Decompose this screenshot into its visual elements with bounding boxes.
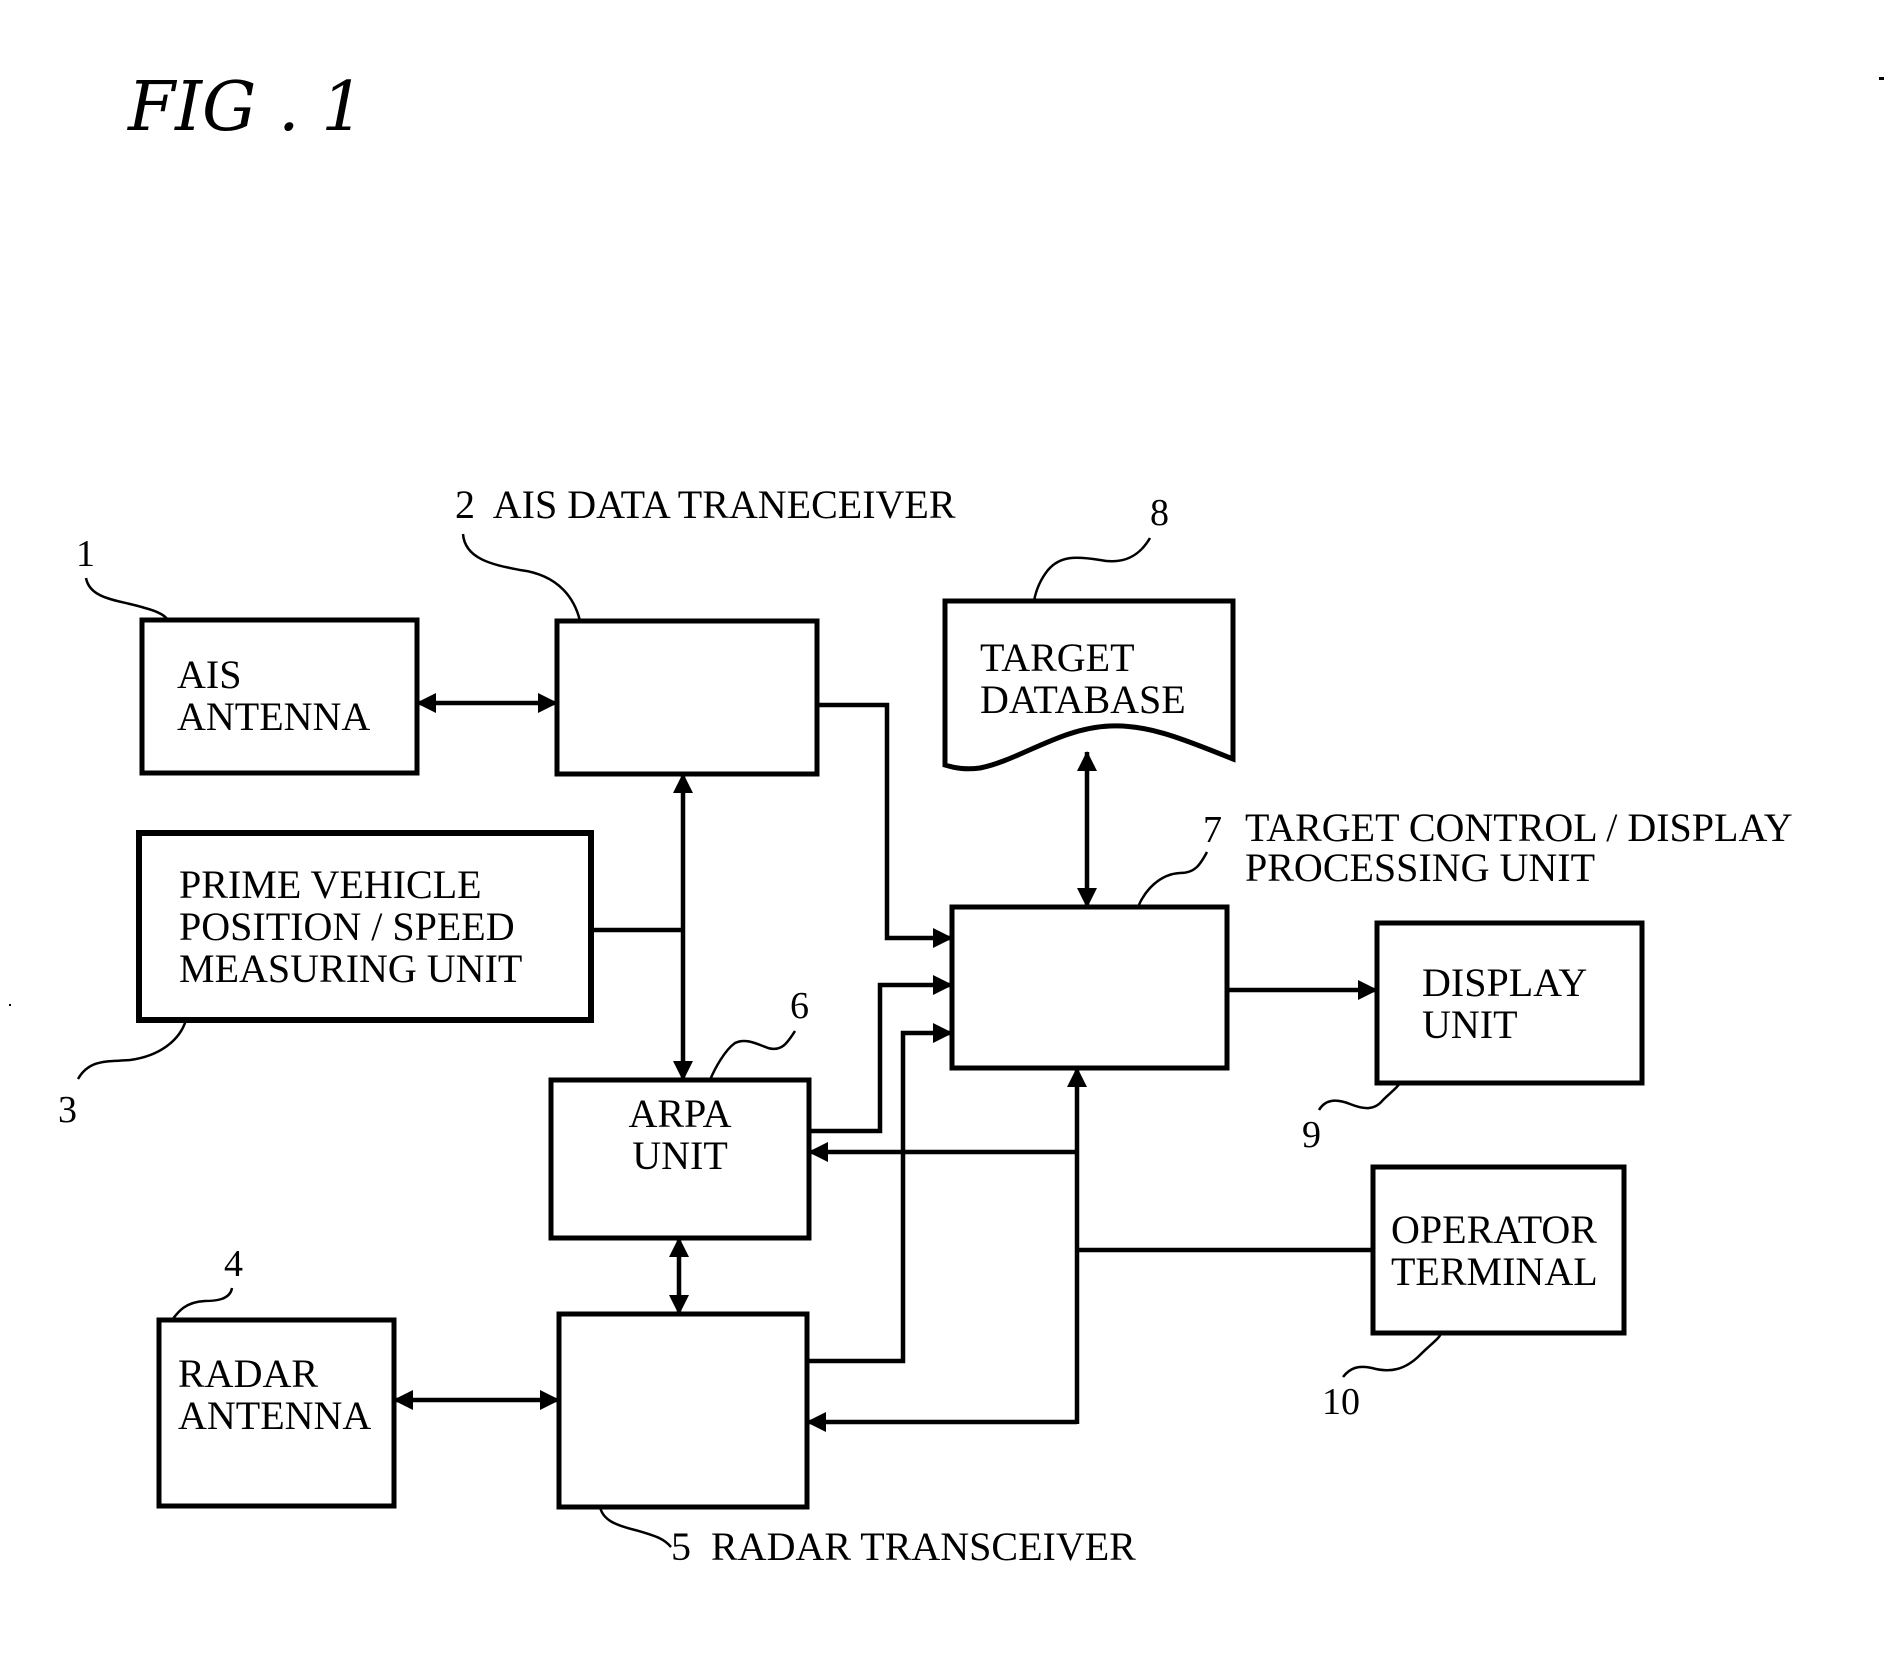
ref-numeral-3: 3 xyxy=(58,1089,77,1131)
operator-label-line1: OPERATOR xyxy=(1391,1207,1597,1252)
block-diagram: FIG . 1 AIS ANTENNA 2 AIS DATA TRANECEIV… xyxy=(9,68,1884,1569)
arpa-label-line1: ARPA xyxy=(628,1091,731,1136)
scan-speck xyxy=(1879,77,1884,80)
leader-line-3 xyxy=(76,1019,188,1080)
ref-numeral-6: 6 xyxy=(790,985,809,1027)
processing-unit-caption-line2: PROCESSING UNIT xyxy=(1245,845,1595,890)
block-ais-transceiver xyxy=(554,618,820,777)
database-label-line2: DATABASE xyxy=(980,677,1186,722)
radar-transceiver-caption: 5 RADAR TRANSCEIVER xyxy=(671,1524,1136,1569)
leader-line-1 xyxy=(84,577,169,621)
block-operator-terminal: OPERATOR TERMINAL xyxy=(1370,1164,1627,1336)
ref-numeral-8: 8 xyxy=(1150,492,1169,534)
position-unit-label-line3: MEASURING UNIT xyxy=(179,946,522,991)
ref-numeral-9: 9 xyxy=(1302,1114,1321,1156)
wire-arpa-processing xyxy=(809,975,953,1134)
scan-speck xyxy=(9,1004,11,1006)
arpa-label-line2: UNIT xyxy=(632,1133,728,1178)
leader-line-6 xyxy=(708,1030,797,1081)
block-processing-unit xyxy=(949,904,1230,1071)
ais-antenna-label-line2: ANTENNA xyxy=(177,694,370,739)
radar-antenna-label-line1: RADAR xyxy=(178,1351,318,1396)
block-radar-antenna: RADAR ANTENNA xyxy=(156,1317,397,1509)
ref-numeral-7: 7 xyxy=(1203,809,1222,851)
leader-line-4 xyxy=(170,1287,234,1321)
block-display-unit: DISPLAY UNIT xyxy=(1374,920,1645,1086)
processing-unit-caption-line1: TARGET CONTROL / DISPLAY xyxy=(1245,805,1793,850)
ais-antenna-label-line1: AIS xyxy=(177,652,241,697)
leader-line-2 xyxy=(461,533,582,622)
leader-line-9 xyxy=(1317,1082,1402,1111)
block-radar-transceiver xyxy=(556,1311,810,1510)
database-label-line1: TARGET xyxy=(980,635,1135,680)
connections xyxy=(393,693,1378,1432)
operator-label-line2: TERMINAL xyxy=(1391,1249,1598,1294)
leader-line-7 xyxy=(1136,851,1209,908)
ref-numeral-1: 1 xyxy=(76,533,95,575)
figure-title: FIG . 1 xyxy=(126,68,364,147)
block-position-speed-unit: PRIME VEHICLE POSITION / SPEED MEASURING… xyxy=(136,830,594,1023)
block-ais-antenna: AIS ANTENNA xyxy=(139,617,420,776)
ais-transceiver-caption: 2 AIS DATA TRANECEIVER xyxy=(455,482,956,527)
display-label-line2: UNIT xyxy=(1422,1002,1518,1047)
leader-line-10 xyxy=(1342,1332,1443,1378)
position-unit-label-line1: PRIME VEHICLE xyxy=(179,862,482,907)
ref-numeral-4: 4 xyxy=(224,1243,243,1285)
block-target-database: TARGET DATABASE xyxy=(942,598,1236,772)
leader-line-5 xyxy=(598,1506,672,1548)
ref-numeral-10: 10 xyxy=(1322,1381,1360,1423)
radar-antenna-label-line2: ANTENNA xyxy=(178,1393,371,1438)
leader-line-8 xyxy=(1032,537,1152,602)
position-unit-label-line2: POSITION / SPEED xyxy=(179,904,515,949)
block-arpa-unit: ARPA UNIT xyxy=(548,1077,812,1241)
wire-ais-transceiver-processing xyxy=(817,702,953,948)
display-label-line1: DISPLAY xyxy=(1422,960,1587,1005)
